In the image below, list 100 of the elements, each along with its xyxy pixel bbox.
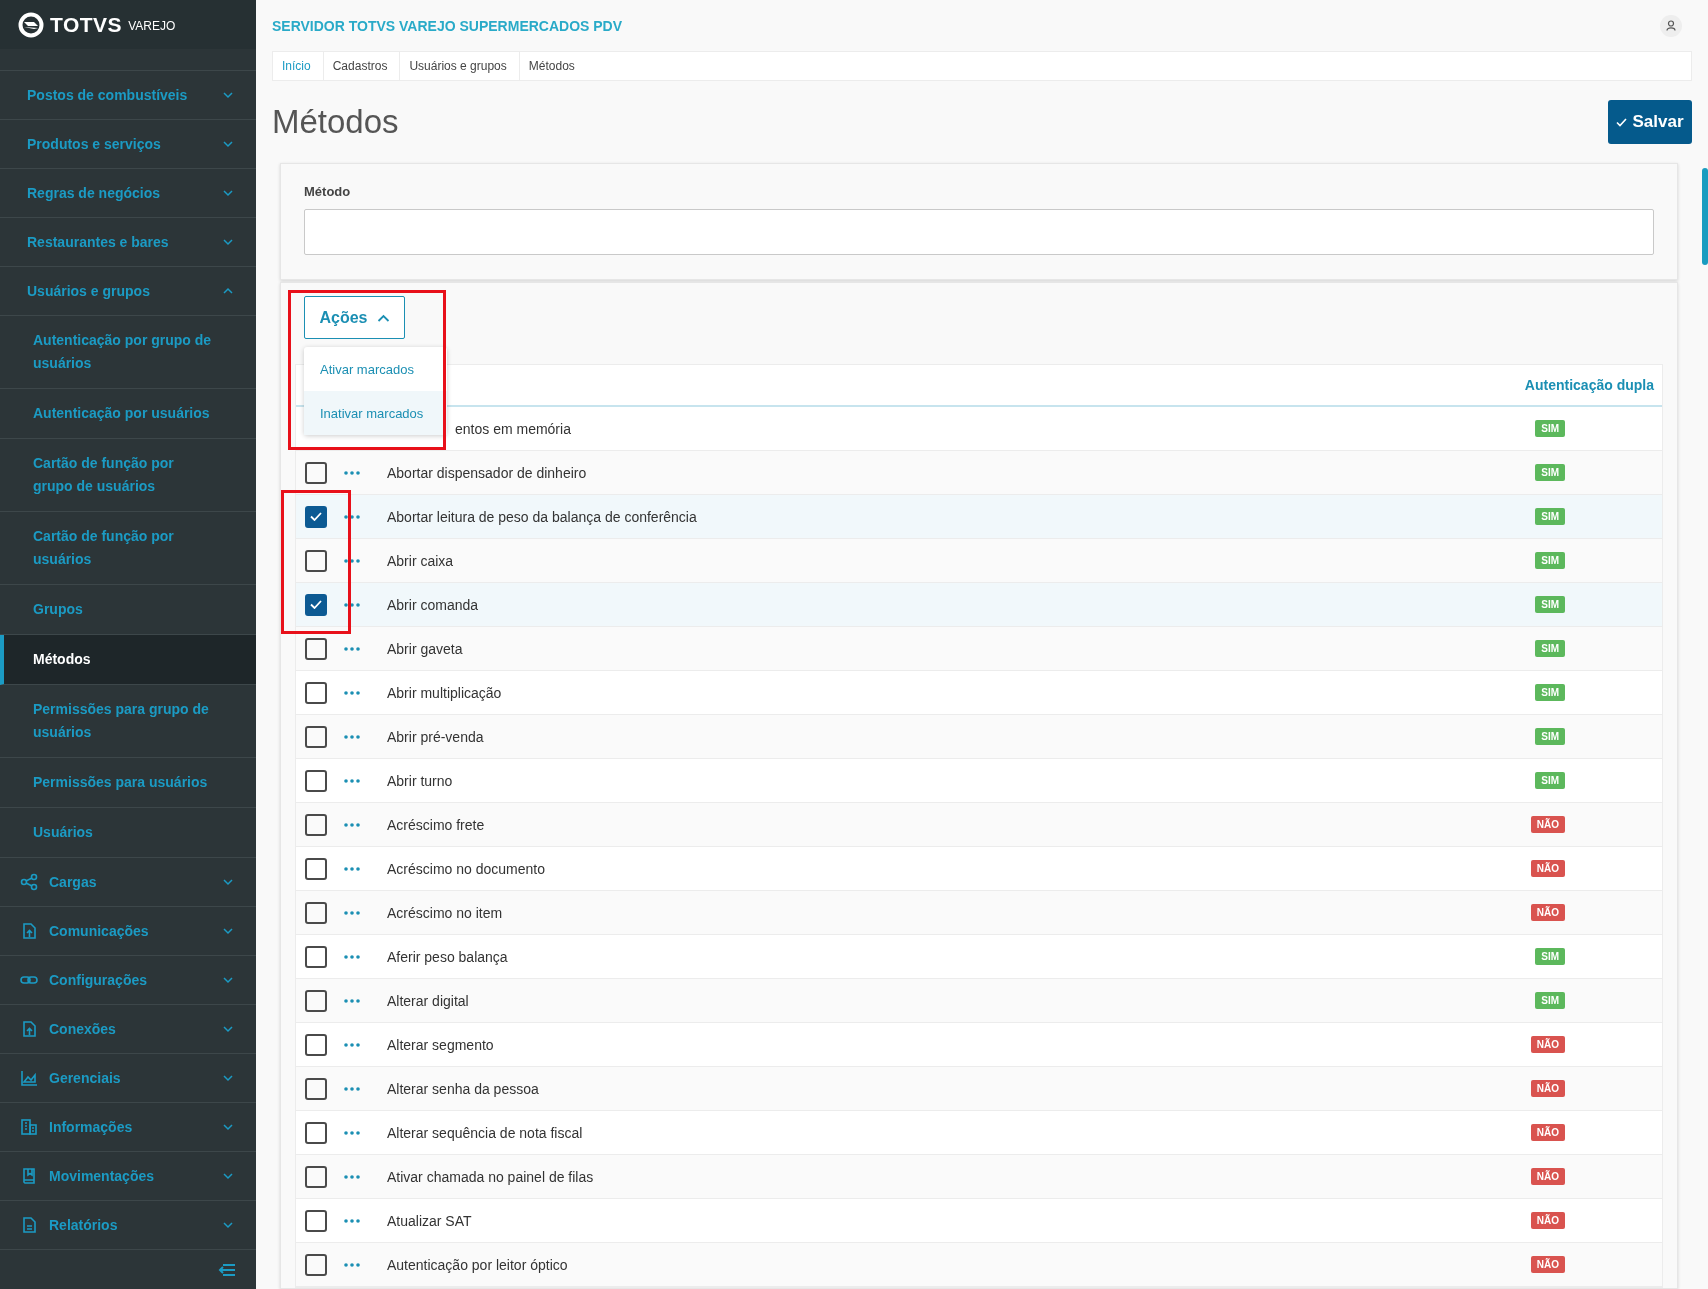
more-options-icon[interactable] (344, 954, 360, 959)
sidebar-group[interactable]: Produtos e serviços (0, 120, 256, 169)
chevron-icon (222, 878, 234, 886)
breadcrumb-item: Métodos (527, 58, 576, 76)
sidebar-group[interactable]: Comunicações (0, 907, 256, 956)
checkbox[interactable] (305, 593, 327, 616)
menu-item[interactable]: Ativar marcados (304, 347, 447, 391)
status-badge: NÃO (1530, 1256, 1565, 1273)
sidebar-item[interactable]: Cartão de função por grupo de usuários (0, 439, 256, 512)
status-badge: SIM (1535, 508, 1565, 525)
status-badge: SIM (1535, 948, 1565, 965)
sidebar-item[interactable]: Usuários (0, 808, 256, 858)
sidebar-item[interactable]: Cartão de função por usuários (0, 512, 256, 585)
checkmark-icon (310, 600, 322, 609)
checkbox[interactable] (305, 1209, 327, 1232)
sidebar-group[interactable]: Restaurantes e bares (0, 218, 256, 267)
checkbox[interactable] (305, 945, 327, 968)
more-options-icon[interactable] (344, 822, 360, 827)
logo-icon (18, 11, 44, 38)
sidebar-item[interactable]: Permissões para grupo de usuários (0, 685, 256, 758)
checkbox[interactable] (305, 1165, 327, 1188)
menu-icon (20, 1069, 38, 1087)
collapse-menu-icon[interactable] (218, 1262, 236, 1277)
checkbox[interactable] (305, 461, 327, 484)
chevron-icon (222, 927, 234, 935)
sidebar-group[interactable]: Conexões (0, 1005, 256, 1054)
status-badge: SIM (1535, 992, 1565, 1009)
column-header[interactable]: Autenticação dupla (1524, 377, 1654, 393)
checkbox[interactable] (305, 681, 327, 704)
field-label: Método (304, 184, 352, 200)
more-options-icon[interactable] (344, 910, 360, 915)
chevron-icon (222, 91, 234, 99)
method-name: entos em memória (454, 420, 572, 437)
more-options-icon[interactable] (344, 470, 360, 475)
sidebar-item[interactable]: Autenticação por grupo de usuários (0, 316, 256, 389)
sidebar-group[interactable]: Relatórios (0, 1201, 256, 1250)
more-options-icon[interactable] (344, 1218, 360, 1223)
actions-dropdown-button[interactable]: Ações (304, 296, 405, 339)
sidebar-item[interactable]: Métodos (0, 635, 256, 685)
checkbox[interactable] (305, 989, 327, 1012)
sidebar-group[interactable]: Regras de negócios (0, 169, 256, 218)
checkbox[interactable] (305, 1253, 327, 1276)
menu-icon (20, 922, 38, 940)
method-name: Acréscimo no item (387, 904, 504, 921)
checkbox[interactable] (305, 769, 327, 792)
more-options-icon[interactable] (344, 1042, 360, 1047)
scrollbar-thumb[interactable] (1702, 168, 1708, 265)
more-options-icon[interactable] (344, 998, 360, 1003)
status-badge: NÃO (1530, 1036, 1565, 1053)
checkbox[interactable] (305, 1033, 327, 1056)
more-options-icon[interactable] (344, 734, 360, 739)
save-button[interactable]: Salvar (1608, 100, 1692, 145)
method-name: Abrir comanda (387, 596, 480, 613)
status-badge: NÃO (1530, 860, 1565, 877)
checkbox[interactable] (305, 813, 327, 836)
sidebar-group[interactable]: Postos de combustíveis (0, 71, 256, 120)
method-input-field[interactable] (304, 209, 1654, 256)
more-options-icon[interactable] (344, 514, 360, 519)
sidebar-group[interactable]: Movimentações (0, 1152, 256, 1201)
more-options-icon[interactable] (344, 1086, 360, 1091)
chevron-icon (222, 189, 234, 197)
more-options-icon[interactable] (344, 866, 360, 871)
method-name: Abortar dispensador de dinheiro (387, 464, 588, 481)
status-badge: NÃO (1530, 904, 1565, 921)
chevron-icon (222, 1025, 234, 1033)
more-options-icon[interactable] (344, 1174, 360, 1179)
method-name: Ativar chamada no painel de filas (387, 1168, 595, 1185)
menu-icon (20, 1167, 38, 1185)
chevron-icon (222, 238, 234, 246)
checkbox[interactable] (305, 857, 327, 880)
user-avatar[interactable] (1660, 14, 1682, 37)
checkbox[interactable] (305, 505, 327, 528)
checkbox[interactable] (305, 1121, 327, 1144)
checkbox[interactable] (305, 549, 327, 572)
breadcrumb-item[interactable]: Início (273, 52, 324, 81)
more-options-icon[interactable] (344, 558, 360, 563)
sidebar-group[interactable]: Gerenciais (0, 1054, 256, 1103)
status-badge: SIM (1535, 772, 1565, 789)
sidebar-group[interactable]: Usuários e grupos (0, 267, 256, 316)
status-badge: SIM (1535, 596, 1565, 613)
sidebar-group[interactable]: Cargas (0, 858, 256, 907)
checkbox[interactable] (305, 637, 327, 660)
more-options-icon[interactable] (344, 646, 360, 651)
menu-icon (20, 1118, 38, 1136)
method-name: Abrir pré-venda (387, 728, 485, 745)
sidebar-item[interactable]: Autenticação por usuários (0, 389, 256, 439)
sidebar-group[interactable]: Configurações (0, 956, 256, 1005)
checkbox[interactable] (305, 901, 327, 924)
more-options-icon[interactable] (344, 690, 360, 695)
menu-item[interactable]: Inativar marcados (304, 391, 447, 435)
more-options-icon[interactable] (344, 1262, 360, 1267)
checkbox[interactable] (305, 725, 327, 748)
breadcrumb-item: Usuários e grupos (400, 52, 520, 81)
checkbox[interactable] (305, 1077, 327, 1100)
more-options-icon[interactable] (344, 1130, 360, 1135)
sidebar-item[interactable]: Permissões para usuários (0, 758, 256, 808)
more-options-icon[interactable] (344, 602, 360, 607)
sidebar-group[interactable]: Informações (0, 1103, 256, 1152)
status-badge: NÃO (1530, 1212, 1565, 1229)
more-options-icon[interactable] (344, 778, 360, 783)
